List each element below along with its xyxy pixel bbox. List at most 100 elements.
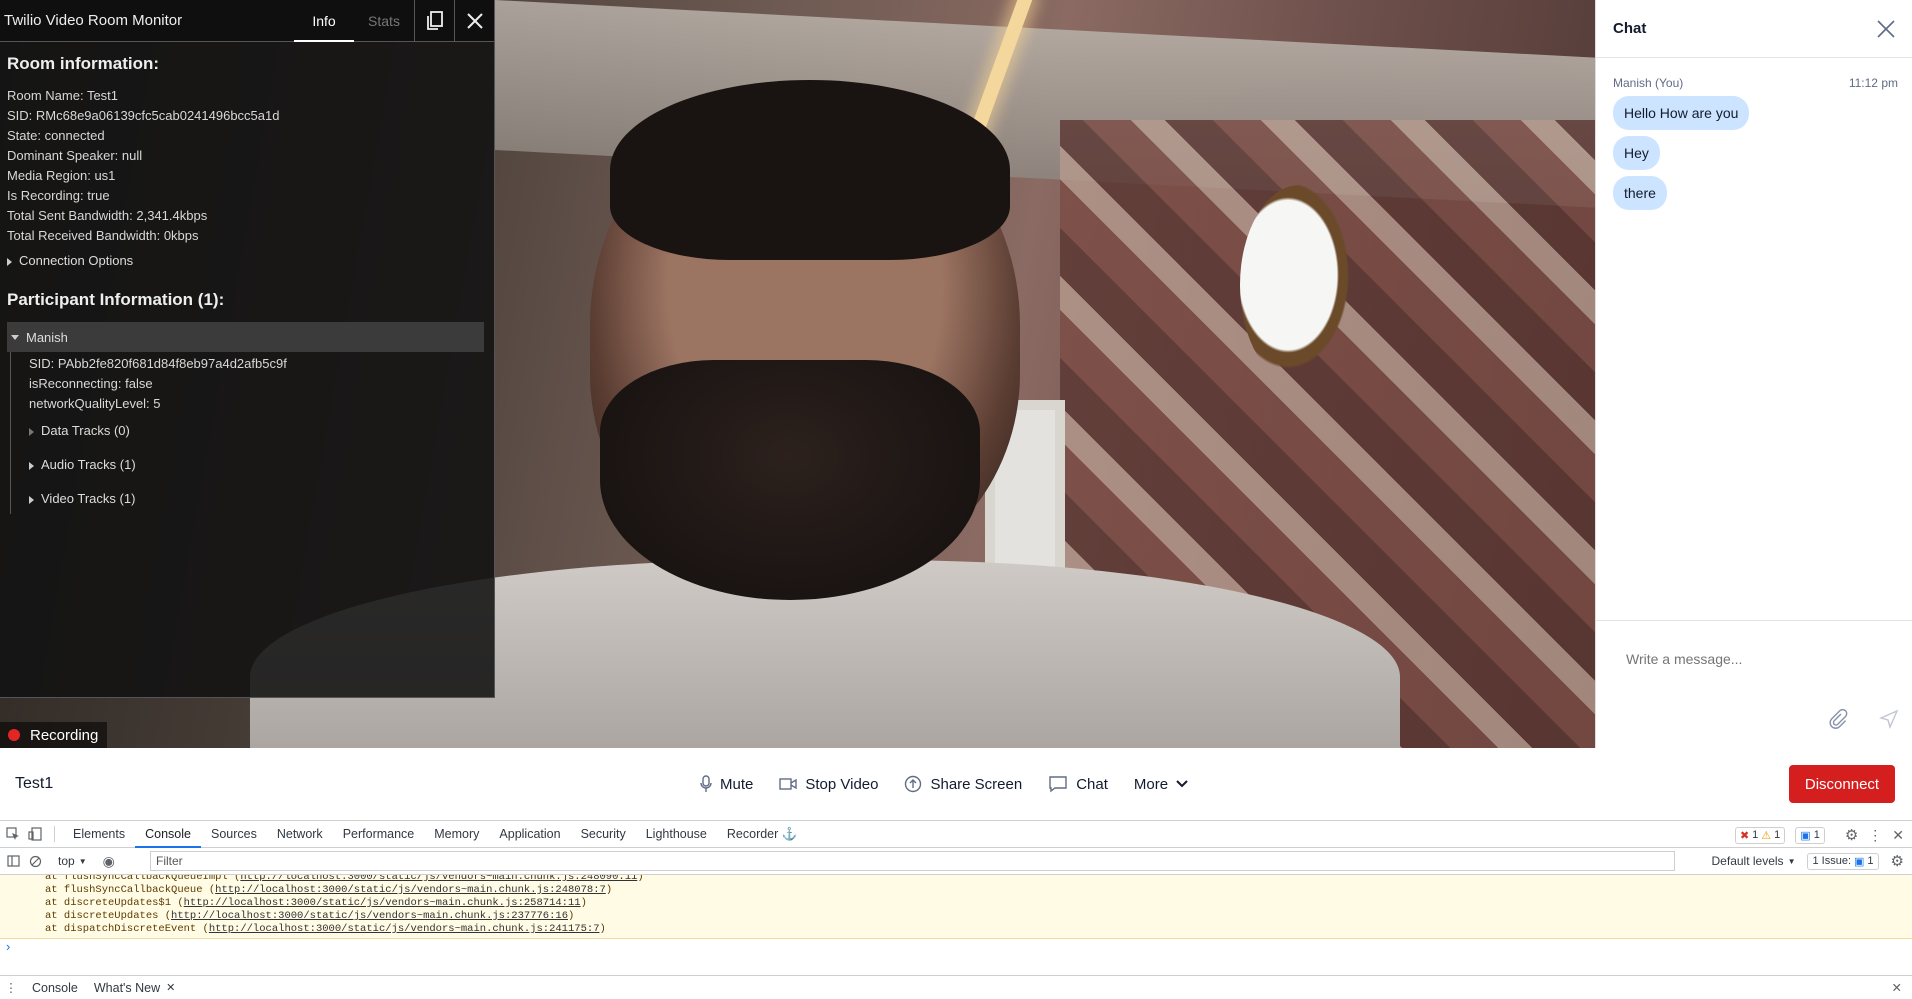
close-drawer-button[interactable]: ✕ <box>1892 980 1902 995</box>
close-icon <box>466 12 483 29</box>
log-text: at discreteUpdates$1 ( <box>45 897 184 909</box>
show-sidebar-button[interactable] <box>2 855 24 867</box>
log-levels-dropdown[interactable]: Default levels ▼ <box>1712 854 1796 868</box>
audio-tracks-toggle[interactable]: Audio Tracks (1) <box>29 448 487 482</box>
send-message-button[interactable] <box>1879 708 1899 730</box>
more-label: More <box>1133 775 1169 793</box>
tab-sources[interactable]: Sources <box>201 821 267 848</box>
close-tab-icon[interactable]: ✕ <box>166 981 175 994</box>
participant-toggle[interactable]: Manish <box>7 322 484 352</box>
room-info-line: Is Recording: true <box>7 188 110 203</box>
share-screen-button[interactable]: Share Screen <box>904 775 1022 793</box>
caret-right-icon <box>29 495 34 504</box>
log-text: at discreteUpdates ( <box>45 910 172 922</box>
source-link[interactable]: http://localhost:3000/static/js/vendors~… <box>240 875 637 883</box>
close-monitor-button[interactable] <box>454 0 494 42</box>
chat-button[interactable]: Chat <box>1048 775 1108 793</box>
tab-network[interactable]: Network <box>267 821 333 848</box>
drawer-tab-console[interactable]: Console <box>22 981 88 995</box>
source-link[interactable]: http://localhost:3000/static/js/vendors~… <box>184 897 581 909</box>
data-tracks-toggle[interactable]: Data Tracks (0) <box>29 414 487 448</box>
close-devtools-button[interactable]: ✕ <box>1892 827 1904 844</box>
log-line: at discreteUpdates (http://localhost:300… <box>45 910 1912 923</box>
chevron-down-icon <box>1176 780 1188 788</box>
log-text: ) <box>568 910 575 922</box>
close-icon: ✕ <box>1891 981 1902 995</box>
message-icon: ▣ <box>1800 829 1811 842</box>
participant-info-line: networkQualityLevel: 5 <box>29 396 161 411</box>
chat-label: Chat <box>1076 775 1108 793</box>
settings-button[interactable]: ⚙ <box>1845 826 1858 844</box>
issue-icon: ▣ <box>1854 855 1865 868</box>
device-icon <box>28 827 42 841</box>
console-toolbar: top ▼ ◉ Filter Default levels ▼ 1 Issue: ▣ 1… <box>0 848 1912 875</box>
more-options-button[interactable]: ⋮ <box>1868 827 1882 844</box>
drawer-tab-label: What's New <box>93 980 161 995</box>
connection-options-toggle[interactable]: Connection Options <box>7 253 487 268</box>
room-monitor-title: Twilio Video Room Monitor <box>4 12 183 29</box>
more-menu-button[interactable]: More <box>1134 776 1188 793</box>
close-icon: ✕ <box>1892 826 1904 843</box>
source-link[interactable]: http://localhost:3000/static/js/vendors~… <box>215 884 606 896</box>
clear-console-button[interactable] <box>24 855 46 868</box>
message-input[interactable] <box>1626 651 1886 667</box>
live-expression-button[interactable]: ◉ <box>103 853 115 870</box>
recording-label: Recording <box>30 726 99 744</box>
console-filter-input[interactable]: Filter <box>150 851 1675 871</box>
message-time: 11:12 pm <box>1848 76 1898 90</box>
tab-security[interactable]: Security <box>571 821 636 848</box>
gear-icon: ⚙ <box>1844 827 1859 844</box>
message-count-badge[interactable]: ▣ 1 <box>1795 826 1825 844</box>
connection-options-label: Connection Options <box>19 253 134 268</box>
tab-lighthouse[interactable]: Lighthouse <box>636 821 717 848</box>
room-info-line: Room Name: Test1 <box>7 88 119 103</box>
tab-memory[interactable]: Memory <box>424 821 489 848</box>
toolbar-divider <box>54 826 55 842</box>
tab-info[interactable]: Info <box>294 0 354 42</box>
tab-application[interactable]: Application <box>489 821 570 848</box>
warning-icon: ⚠ <box>1761 829 1772 842</box>
error-warning-counts[interactable]: ✖ 1 ⚠ 1 <box>1734 826 1786 844</box>
caret-right-icon <box>29 461 34 470</box>
error-icon: ✖ <box>1739 829 1750 842</box>
participant-info-heading: Participant Information (1): <box>7 290 225 309</box>
stop-video-button[interactable]: Stop Video <box>779 776 878 793</box>
mute-button[interactable]: Mute <box>700 775 753 793</box>
drawer-tab-whats-new[interactable]: What's New ✕ <box>88 981 182 995</box>
prompt-chevron-icon: › <box>6 939 11 954</box>
room-info-heading: Room information: <box>7 54 160 73</box>
tab-elements[interactable]: Elements <box>63 821 135 848</box>
flask-icon: ⚓ <box>781 826 798 841</box>
context-selector[interactable]: top ▼ <box>58 854 87 868</box>
microphone-icon <box>700 775 712 792</box>
inspect-element-button[interactable] <box>2 827 24 841</box>
tab-recorder[interactable]: Recorder ⚓ <box>717 821 807 848</box>
room-info-line: State: connected <box>7 128 105 143</box>
disconnect-button[interactable]: Disconnect <box>1789 765 1895 803</box>
issues-badge[interactable]: 1 Issue: ▣ 1 <box>1807 852 1879 870</box>
log-line: at flushSyncCallbackQueueImpl (http://lo… <box>45 875 1912 884</box>
room-info-line: Total Received Bandwidth: 0kbps <box>7 228 199 243</box>
source-link[interactable]: http://localhost:3000/static/js/vendors~… <box>171 910 568 922</box>
devtools-tabbar: Elements Console Sources Network Perform… <box>0 821 1912 848</box>
log-text: ) <box>580 897 587 909</box>
participant-info-line: isReconnecting: false <box>29 376 153 391</box>
tab-performance[interactable]: Performance <box>333 821 425 848</box>
eye-icon: ◉ <box>102 852 115 869</box>
close-chat-button[interactable] <box>1876 19 1896 39</box>
source-link[interactable]: http://localhost:3000/static/js/vendors~… <box>209 923 600 935</box>
tab-console[interactable]: Console <box>135 821 201 848</box>
tab-stats[interactable]: Stats <box>354 0 414 42</box>
video-tracks-toggle[interactable]: Video Tracks (1) <box>29 482 487 516</box>
log-text: at dispatchDiscreteEvent ( <box>45 923 209 935</box>
warning-count: 1 <box>1774 829 1781 841</box>
log-line: at dispatchDiscreteEvent (http://localho… <box>45 923 1912 936</box>
drawer-menu-button[interactable]: ⋮ <box>0 980 22 995</box>
chat-bubble-icon <box>1049 776 1067 793</box>
console-settings-button[interactable]: ⚙ <box>1891 852 1904 870</box>
device-toolbar-button[interactable] <box>24 827 46 841</box>
attach-file-button[interactable] <box>1827 708 1849 730</box>
share-screen-label: Share Screen <box>930 775 1023 793</box>
copy-button[interactable] <box>414 0 454 42</box>
console-prompt[interactable]: › <box>0 939 1912 974</box>
